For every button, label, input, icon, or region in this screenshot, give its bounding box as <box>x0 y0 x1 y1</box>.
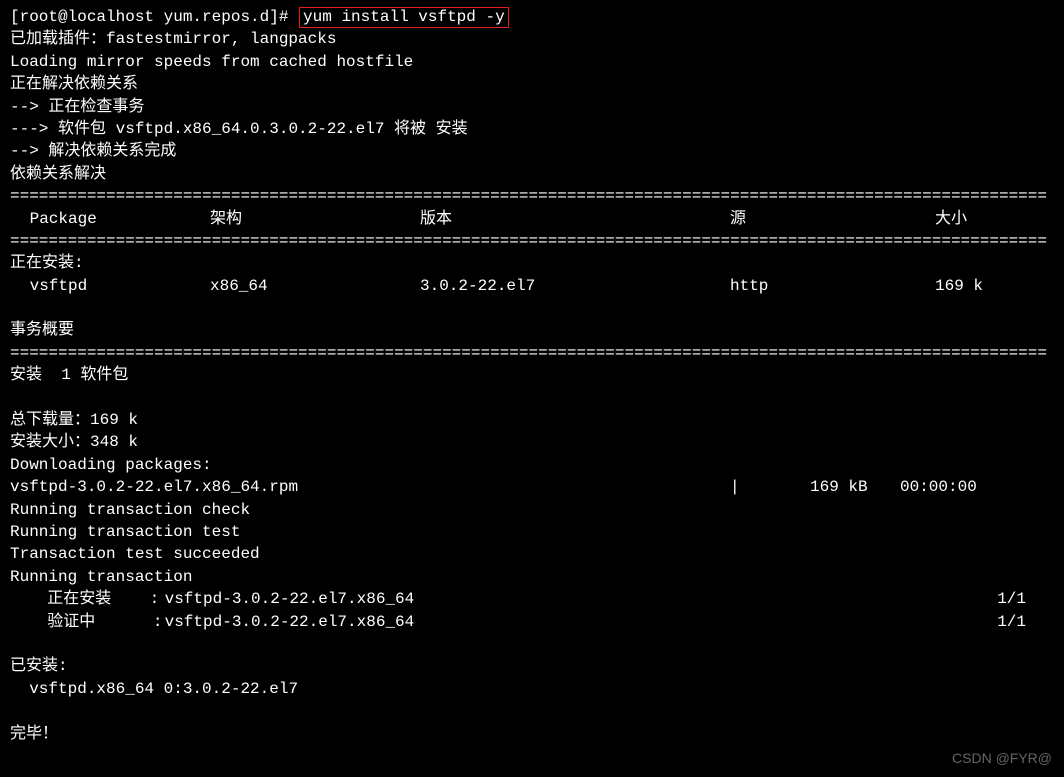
cell-repo: http <box>730 275 935 297</box>
output-line: 依赖关系解决 <box>10 163 1054 185</box>
downloading-label: Downloading packages: <box>10 454 1054 476</box>
transaction-line: Running transaction check <box>10 499 1054 521</box>
progress-bar-icon: | <box>730 476 810 498</box>
watermark-text: CSDN @FYR@ <box>952 749 1052 769</box>
step-label: 验证中 : <box>10 611 155 633</box>
installed-package: vsftpd.x86_64 0:3.0.2-22.el7 <box>10 678 1054 700</box>
step-package: vsftpd-3.0.2-22.el7.x86_64 <box>155 588 994 610</box>
cell-version: 3.0.2-22.el7 <box>420 275 730 297</box>
package-row: vsftpd x86_64 3.0.2-22.el7 http 169 k <box>10 275 1054 297</box>
install-step-row: 正在安装 : vsftpd-3.0.2-22.el7.x86_64 1/1 <box>10 588 1054 610</box>
step-count: 1/1 <box>994 588 1054 610</box>
terminal-prompt-line[interactable]: [root@localhost yum.repos.d]# yum instal… <box>10 6 1054 28</box>
output-line: Loading mirror speeds from cached hostfi… <box>10 51 1054 73</box>
cell-arch: x86_64 <box>210 275 420 297</box>
col-header-size: 大小 <box>935 208 1025 230</box>
transaction-line: Transaction test succeeded <box>10 543 1054 565</box>
step-package: vsftpd-3.0.2-22.el7.x86_64 <box>155 611 994 633</box>
cell-size: 169 k <box>935 275 1025 297</box>
total-download: 总下载量：169 k <box>10 409 1054 431</box>
blank-line <box>10 297 1054 319</box>
blank-line <box>10 633 1054 655</box>
install-size: 安装大小：348 k <box>10 431 1054 453</box>
download-time: 00:00:00 <box>900 476 1000 498</box>
installing-section-label: 正在安装: <box>10 252 1054 274</box>
shell-prompt: [root@localhost yum.repos.d]# <box>10 6 298 28</box>
cell-package: vsftpd <box>10 275 210 297</box>
command-highlight: yum install vsftpd -y <box>299 7 509 28</box>
col-header-version: 版本 <box>420 208 730 230</box>
output-line: --> 正在检查事务 <box>10 96 1054 118</box>
step-label: 正在安装 : <box>10 588 155 610</box>
divider-line: ========================================… <box>10 185 1054 207</box>
summary-label: 事务概要 <box>10 319 1054 341</box>
download-size: 169 kB <box>810 476 900 498</box>
col-header-package: Package <box>10 208 210 230</box>
step-count: 1/1 <box>994 611 1054 633</box>
download-progress-line: vsftpd-3.0.2-22.el7.x86_64.rpm | 169 kB … <box>10 476 1054 498</box>
installed-label: 已安装: <box>10 655 1054 677</box>
output-line: --> 解决依赖关系完成 <box>10 140 1054 162</box>
table-header-row: Package 架构 版本 源 大小 <box>10 208 1054 230</box>
col-header-arch: 架构 <box>210 208 420 230</box>
col-header-repo: 源 <box>730 208 935 230</box>
divider-line: ========================================… <box>10 230 1054 252</box>
install-count: 安装 1 软件包 <box>10 364 1054 386</box>
blank-line <box>10 387 1054 409</box>
transaction-line: Running transaction test <box>10 521 1054 543</box>
output-line: 已加载插件：fastestmirror, langpacks <box>10 28 1054 50</box>
transaction-line: Running transaction <box>10 566 1054 588</box>
done-label: 完毕！ <box>10 723 1054 745</box>
download-file: vsftpd-3.0.2-22.el7.x86_64.rpm <box>10 476 730 498</box>
divider-line: ========================================… <box>10 342 1054 364</box>
output-line: 正在解决依赖关系 <box>10 73 1054 95</box>
blank-line <box>10 700 1054 722</box>
output-line: ---> 软件包 vsftpd.x86_64.0.3.0.2-22.el7 将被… <box>10 118 1054 140</box>
verify-step-row: 验证中 : vsftpd-3.0.2-22.el7.x86_64 1/1 <box>10 611 1054 633</box>
